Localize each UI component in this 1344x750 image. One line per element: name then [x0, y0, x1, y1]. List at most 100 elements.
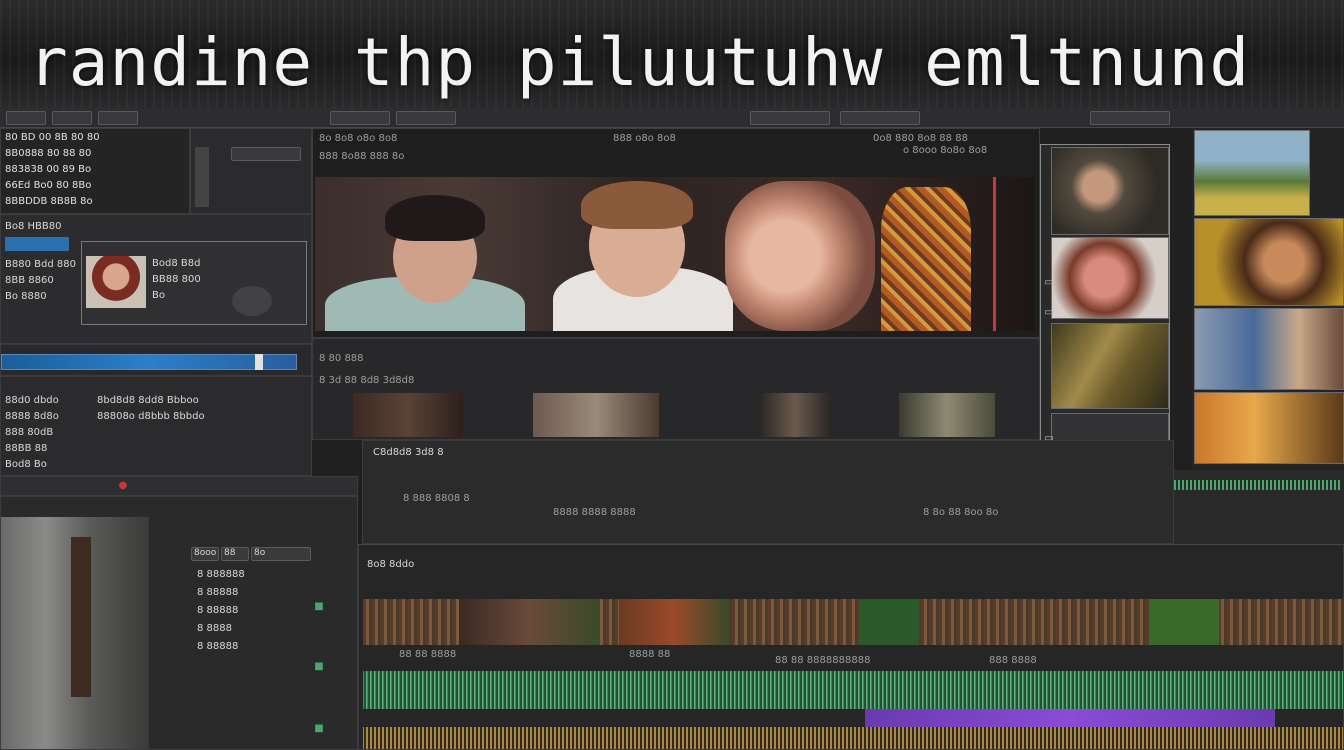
inspector-label: 8BB 8860: [5, 275, 54, 286]
bin-thumb-3[interactable]: [1051, 323, 1169, 409]
track-label: 88 88 8888: [399, 649, 457, 660]
media-bin-column: ▭ ▭ ▭: [1040, 144, 1170, 464]
toolbar-button-8[interactable]: [1090, 111, 1170, 125]
menu-row[interactable]: 8BBDDB 8B8B 8o: [5, 195, 93, 209]
viewer-subheader-right: o 8ooo 8o8o 8o8: [903, 145, 988, 156]
bin-thumb-6[interactable]: [1194, 218, 1344, 306]
bin-thumb-1[interactable]: [1051, 147, 1169, 235]
menu-row[interactable]: 883838 00 89 Bo: [5, 163, 91, 177]
viewer-subheader-left: 888 8o88 888 8o: [319, 151, 405, 162]
preview-post: [71, 537, 91, 697]
video-editor-window: randine thp piluutuhw emltnund 80 BD 00 …: [0, 0, 1344, 750]
effects-row: 8888 8888 8888: [553, 507, 636, 518]
viewer-header-left: 8o 8o8 o8o 8o8: [319, 133, 398, 144]
bin-thumb-7[interactable]: [1194, 308, 1344, 390]
menu-row[interactable]: 8B0888 80 88 80: [5, 147, 91, 161]
progress-panel: [0, 344, 312, 376]
viewer-header-mid: 888 o8o 8o8: [613, 133, 676, 144]
toggle-icon[interactable]: ■: [313, 661, 325, 673]
left-menu-panel: 80 BD 00 8B 80 80 8B0888 80 88 80 883838…: [0, 128, 190, 214]
inspector-label: B880 Bdd 880: [5, 259, 76, 270]
program-viewer[interactable]: 8o 8o8 o8o 8o8 888 o8o 8o8 0o8 880 8o8 8…: [312, 128, 1040, 338]
title-banner: randine thp piluutuhw emltnund: [0, 0, 1344, 108]
tab-label: 88: [224, 548, 236, 558]
audio-track-1[interactable]: [363, 671, 1343, 709]
info-row: 88BB 88: [5, 443, 48, 454]
clip-thumbnail: [86, 256, 146, 308]
viewer-edge-marker: [993, 177, 996, 331]
video-clip-2[interactable]: [619, 599, 729, 645]
toolbar-button-7[interactable]: [840, 111, 920, 125]
info-row: Bod8 Bo: [5, 459, 47, 470]
tab-button[interactable]: 8ooo: [191, 547, 219, 561]
toolbar-button-1[interactable]: [6, 111, 46, 125]
person-2-hair: [581, 181, 693, 229]
toolbar-button-3[interactable]: [98, 111, 138, 125]
clip-card[interactable]: Bod8 B8d BB88 800 Bo: [81, 241, 307, 325]
selected-row-highlight[interactable]: [5, 237, 69, 251]
info-row: 88d0 dbdo: [5, 395, 59, 406]
effects-row: 8 888 8808 8: [403, 493, 470, 504]
audio-track-2[interactable]: [363, 727, 1343, 749]
viewer-frame-image: [315, 177, 1035, 331]
effects-row: 8 8o 88 8oo 8o: [923, 507, 999, 518]
person-1-hair: [385, 195, 485, 241]
filmstrip-panel: 8 80 888 8 3d 88 8d8 3d8d8: [312, 338, 1040, 440]
info-row-secondary: 88808o d8bbb 8bbdo: [97, 411, 205, 422]
bin-thumb-5[interactable]: [1194, 130, 1310, 216]
clip-card-shadow: [232, 286, 272, 316]
bin-thumb-2[interactable]: [1051, 237, 1169, 319]
filmstrip-thumb-3[interactable]: [759, 393, 831, 437]
timeline-panel[interactable]: 8o8 8ddo 88 88 8888888888 88 88 8888 888…: [358, 544, 1344, 750]
lower-left-preview: [1, 517, 149, 749]
menu-row[interactable]: 80 BD 00 8B 80 80: [5, 131, 100, 145]
side-button[interactable]: [231, 147, 301, 161]
toggle-icon[interactable]: ■: [313, 601, 325, 613]
toolbar-button-6[interactable]: [750, 111, 830, 125]
layer-row[interactable]: 8 88888: [197, 605, 238, 616]
toggle-icon[interactable]: ■: [313, 723, 325, 735]
video-clip-4[interactable]: [1149, 599, 1219, 645]
audio-meter: [1174, 480, 1340, 490]
bin-row-icon: ▭: [1044, 277, 1054, 288]
inspector-label: Bo 8880: [5, 291, 47, 302]
viewer-header-right: 0o8 880 8o8 88 88: [873, 133, 968, 144]
layer-row[interactable]: 8 88888: [197, 587, 238, 598]
media-bin-column-2: [1192, 128, 1344, 468]
effects-title: C8d8d8 3d8 8: [373, 447, 444, 458]
clip-card-label: BB88 800: [152, 274, 201, 285]
inspector-panel: Bo8 HBB80 B880 Bdd 880 8BB 8860 Bo 8880 …: [0, 214, 312, 344]
toolbar-button-5[interactable]: [396, 111, 456, 125]
banner-title: randine thp piluutuhw emltnund: [28, 24, 1251, 101]
tab-label: 8o: [254, 548, 266, 558]
slider-handle[interactable]: [255, 354, 263, 370]
layer-row[interactable]: 8 88888: [197, 641, 238, 652]
layer-row[interactable]: 8 8888: [197, 623, 232, 634]
filmstrip-label: 8 3d 88 8d8 3d8d8: [319, 375, 415, 386]
purple-clip[interactable]: [865, 709, 1275, 727]
clip-card-label: Bo: [152, 290, 165, 301]
info-row: 888 80dB: [5, 427, 54, 438]
toolbar-button-4[interactable]: [330, 111, 390, 125]
menu-row[interactable]: 66Ed Bo0 80 8Bo: [5, 179, 91, 193]
filmstrip-thumb-4[interactable]: [899, 393, 995, 437]
clip-card-label: Bod8 B8d: [152, 258, 201, 269]
left-menu-side: [190, 128, 312, 214]
video-clip-3[interactable]: [859, 599, 919, 645]
filmstrip-thumb-1[interactable]: [353, 393, 463, 437]
tab-button[interactable]: 8o: [251, 547, 311, 561]
info-row: 8888 8d8o: [5, 411, 59, 422]
inspector-label: Bo8 HBB80: [5, 221, 62, 232]
layer-row[interactable]: 8 888888: [197, 569, 245, 580]
filmstrip-thumb-2[interactable]: [533, 393, 659, 437]
progress-slider[interactable]: [1, 354, 297, 370]
tab-button[interactable]: 88: [221, 547, 249, 561]
timeline-marker-label: 88 88 8888888888: [775, 655, 871, 666]
timeline-title: 8o8 8ddo: [367, 559, 415, 570]
bin-thumb-8[interactable]: [1194, 392, 1344, 464]
toolbar-button-2[interactable]: [52, 111, 92, 125]
bin-row-icon: ▭: [1044, 307, 1054, 318]
video-clip-1[interactable]: [459, 599, 599, 645]
lower-toolbar: ●: [0, 476, 358, 496]
record-icon[interactable]: ●: [117, 480, 129, 492]
